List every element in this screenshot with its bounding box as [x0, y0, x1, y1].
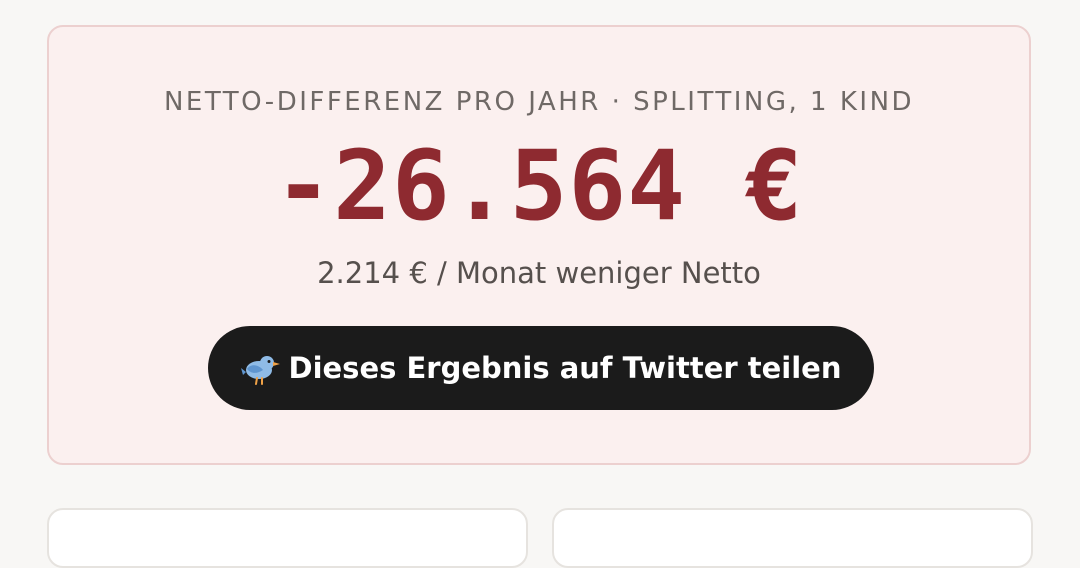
monthly-difference-text: 2.214 € / Monat weniger Netto — [317, 256, 761, 290]
net-difference-amount: -26.564 € — [274, 130, 804, 242]
net-difference-card: NETTO-DIFFERENZ PRO JAHR · SPLITTING, 1 … — [47, 25, 1031, 465]
result-subtitle: NETTO-DIFFERENZ PRO JAHR · SPLITTING, 1 … — [163, 87, 915, 117]
detail-card-right — [552, 508, 1033, 568]
share-on-twitter-button[interactable]: Dieses Ergebnis auf Twitter teilen — [208, 326, 874, 410]
detail-card-left — [47, 508, 528, 568]
bird-icon — [240, 356, 280, 385]
share-button-label: Dieses Ergebnis auf Twitter teilen — [288, 350, 842, 385]
